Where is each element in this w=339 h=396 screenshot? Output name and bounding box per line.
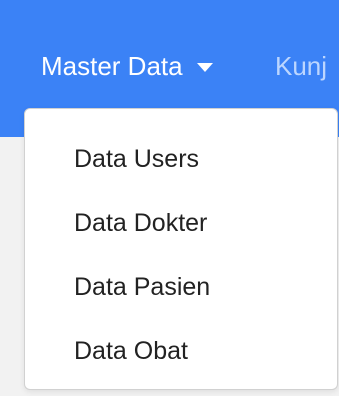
caret-down-icon [196, 62, 213, 72]
nav-item-next-label: Kunj [275, 50, 328, 81]
dropdown-item-data-pasien[interactable]: Data Pasien [25, 255, 337, 319]
nav-item-master-data[interactable]: Master Data [41, 46, 213, 86]
nav-item-kunjungan-partial[interactable]: Kunj [275, 46, 339, 86]
dropdown-item-data-dokter[interactable]: Data Dokter [25, 191, 337, 255]
dropdown-item-data-obat[interactable]: Data Obat [25, 319, 337, 383]
dropdown-item-data-users[interactable]: Data Users [25, 127, 337, 191]
nav-item-master-data-label: Master Data [41, 50, 183, 81]
master-data-dropdown: Data Users Data Dokter Data Pasien Data … [24, 108, 338, 390]
